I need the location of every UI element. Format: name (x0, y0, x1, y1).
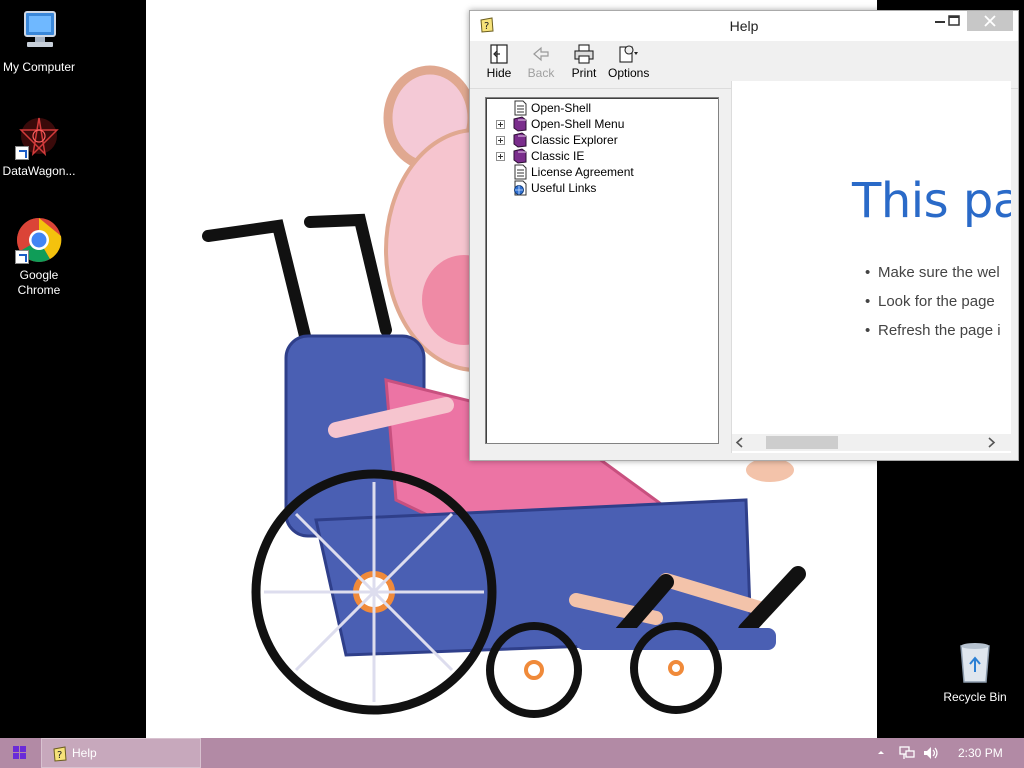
taskbar-help-label: Help (72, 746, 97, 760)
help-window[interactable]: ? Help Hide Back Print Options Open-Shel… (469, 10, 1019, 461)
scroll-right-icon[interactable] (982, 434, 999, 451)
desktop-icon-label: Google Chrome (17, 268, 61, 297)
close-icon (984, 15, 996, 27)
bullet-item: Look for the page (865, 293, 995, 310)
recycle-bin-icon (951, 638, 999, 686)
shortcut-arrow-icon (15, 146, 29, 160)
tree-item-label: Classic Explorer (531, 133, 618, 147)
print-label: Print (571, 66, 597, 80)
tree-item-label: Useful Links (531, 181, 597, 195)
desktop-icon-chrome[interactable]: Google Chrome (0, 216, 78, 298)
options-label: Options (608, 66, 650, 80)
book-icon (513, 132, 527, 148)
expand-icon[interactable] (496, 152, 505, 161)
options-icon (619, 45, 638, 63)
expand-icon[interactable] (496, 136, 505, 145)
back-label: Back (527, 66, 555, 80)
tree-item-label: Open-Shell (531, 101, 592, 115)
scroll-left-icon[interactable] (732, 434, 749, 451)
computer-icon (15, 8, 63, 56)
clock[interactable]: 2:30 PM (958, 746, 1003, 760)
desktop-icon-recycle-bin[interactable]: Recycle Bin (936, 638, 1014, 705)
desktop-icon-label: Recycle Bin (943, 690, 1007, 704)
printer-icon (574, 44, 594, 64)
svg-text:?: ? (57, 750, 62, 761)
page-icon (514, 100, 527, 116)
windows-logo-icon (13, 746, 26, 759)
print-button[interactable]: Print (569, 44, 599, 88)
start-button[interactable] (0, 738, 40, 768)
shortcut-arrow-icon (15, 250, 29, 264)
horizontal-scrollbar[interactable] (732, 434, 1011, 451)
chrome-icon (15, 216, 63, 264)
hide-button[interactable]: Hide (484, 44, 514, 88)
bullet-item: Refresh the page i (865, 322, 1001, 339)
desktop-icon-datawagon[interactable]: DataWagon... (0, 112, 78, 179)
options-button[interactable]: Options (608, 44, 650, 88)
volume-icon[interactable] (922, 745, 940, 761)
tree-item-label: Open-Shell Menu (531, 117, 625, 131)
globe-page-icon (514, 180, 527, 196)
hide-icon (490, 44, 508, 64)
back-button[interactable]: Back (526, 44, 556, 88)
back-arrow-icon (533, 46, 549, 62)
title-bar[interactable]: ? Help (470, 11, 1018, 41)
chevron-up-icon[interactable] (876, 747, 886, 757)
contents-tree[interactable]: Open-Shell Open-Shell Menu Classic Explo… (485, 97, 719, 444)
page-icon (514, 164, 527, 180)
taskbar: ? Help 2:30 PM (0, 738, 1024, 768)
taskbar-help-button[interactable]: ? Help (41, 738, 201, 768)
desktop-icon-label: DataWagon... (2, 164, 76, 178)
book-icon (513, 116, 527, 132)
error-heading: This pag (852, 173, 1011, 229)
book-icon (513, 148, 527, 164)
desktop-icon-my-computer[interactable]: My Computer (0, 8, 78, 75)
maximize-icon (948, 15, 960, 26)
maximize-button[interactable] (940, 11, 968, 31)
hide-label: Hide (486, 66, 512, 80)
close-button[interactable] (967, 11, 1013, 31)
topic-content-pane[interactable]: This pag Make sure the wel Look for the … (731, 81, 1011, 453)
tree-item-label: Classic IE (531, 149, 585, 163)
network-icon[interactable] (898, 745, 916, 761)
system-tray: 2:30 PM (870, 738, 1024, 768)
scroll-thumb[interactable] (766, 436, 838, 449)
tree-item-label: License Agreement (531, 165, 634, 179)
datawagon-icon (15, 112, 63, 160)
desktop-icon-label: My Computer (2, 60, 76, 74)
bullet-item: Make sure the wel (865, 264, 1000, 281)
help-app-icon: ? (53, 746, 67, 762)
expand-icon[interactable] (496, 120, 505, 129)
